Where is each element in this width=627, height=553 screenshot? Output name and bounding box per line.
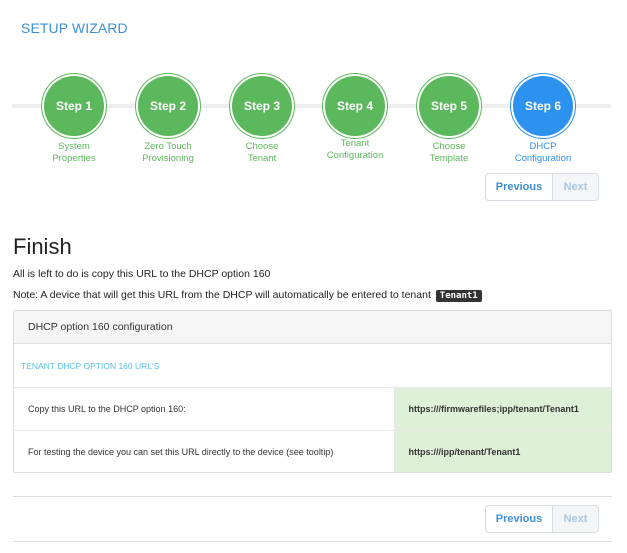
step-2-circle[interactable]: Step 2 xyxy=(138,76,198,136)
next-button[interactable]: Next xyxy=(553,173,599,201)
wizard-title: SETUP WIZARD xyxy=(21,20,128,36)
step-3-circle[interactable]: Step 3 xyxy=(232,76,292,136)
url-table: Copy this URL to the DHCP option 160: ht… xyxy=(14,387,611,472)
previous-button[interactable]: Previous xyxy=(485,173,553,201)
tenant-badge: Tenant1 xyxy=(435,290,482,302)
top-nav-buttons: Previous Next xyxy=(485,173,599,201)
step-5[interactable]: Step 5 Choose Template xyxy=(404,72,494,165)
section-title: TENANT DHCP OPTION 160 URL'S xyxy=(21,360,160,371)
previous-button[interactable]: Previous xyxy=(485,505,553,533)
step-1-caption: System Properties xyxy=(52,141,96,164)
step-1[interactable]: Step 1 System Properties xyxy=(29,72,119,165)
step-3[interactable]: Step 3 Choose Tenant xyxy=(217,72,307,165)
bottom-nav-buttons: Previous Next xyxy=(485,505,599,533)
wizard-stepper: Step 1 System Properties Step 2 Zero Tou… xyxy=(12,72,611,172)
divider xyxy=(13,541,612,542)
step-2[interactable]: Step 2 Zero Touch Provisioning xyxy=(123,72,213,165)
step-5-caption: Choose Template xyxy=(429,141,469,164)
table-row: Copy this URL to the DHCP option 160: ht… xyxy=(14,387,611,431)
step-6[interactable]: Step 6 DHCP Configuration xyxy=(498,72,588,165)
row-description: Copy this URL to the DHCP option 160: xyxy=(14,387,394,431)
step-6-circle[interactable]: Step 6 xyxy=(513,76,573,136)
step-4[interactable]: Step 4 Tenant Configuration xyxy=(310,72,400,162)
finish-instruction: All is left to do is copy this URL to th… xyxy=(13,268,271,280)
next-button[interactable]: Next xyxy=(553,505,599,533)
step-4-circle[interactable]: Step 4 xyxy=(325,76,385,136)
panel-heading: DHCP option 160 configuration xyxy=(14,311,611,344)
row-description: For testing the device you can set this … xyxy=(14,430,394,472)
step-4-caption: Tenant Configuration xyxy=(326,138,384,161)
step-3-caption: Choose Tenant xyxy=(245,141,279,164)
step-5-circle[interactable]: Step 5 xyxy=(419,76,479,136)
tenant-note: Note: A device that will get this URL fr… xyxy=(13,289,482,302)
dhcp-url-value[interactable]: https:///firmwarefiles;ipp/tenant/Tenant… xyxy=(393,387,611,431)
divider xyxy=(13,496,612,497)
page-title: Finish xyxy=(13,234,72,259)
step-2-caption: Zero Touch Provisioning xyxy=(142,141,194,164)
test-url-value[interactable]: https:///ipp/tenant/Tenant1 xyxy=(393,430,611,472)
tenant-note-text: Note: A device that will get this URL fr… xyxy=(13,289,431,301)
dhcp-config-panel: DHCP option 160 configuration TENANT DHC… xyxy=(13,310,612,473)
step-6-caption: DHCP Configuration xyxy=(514,141,572,164)
step-1-circle[interactable]: Step 1 xyxy=(44,76,104,136)
table-row: For testing the device you can set this … xyxy=(14,430,611,472)
